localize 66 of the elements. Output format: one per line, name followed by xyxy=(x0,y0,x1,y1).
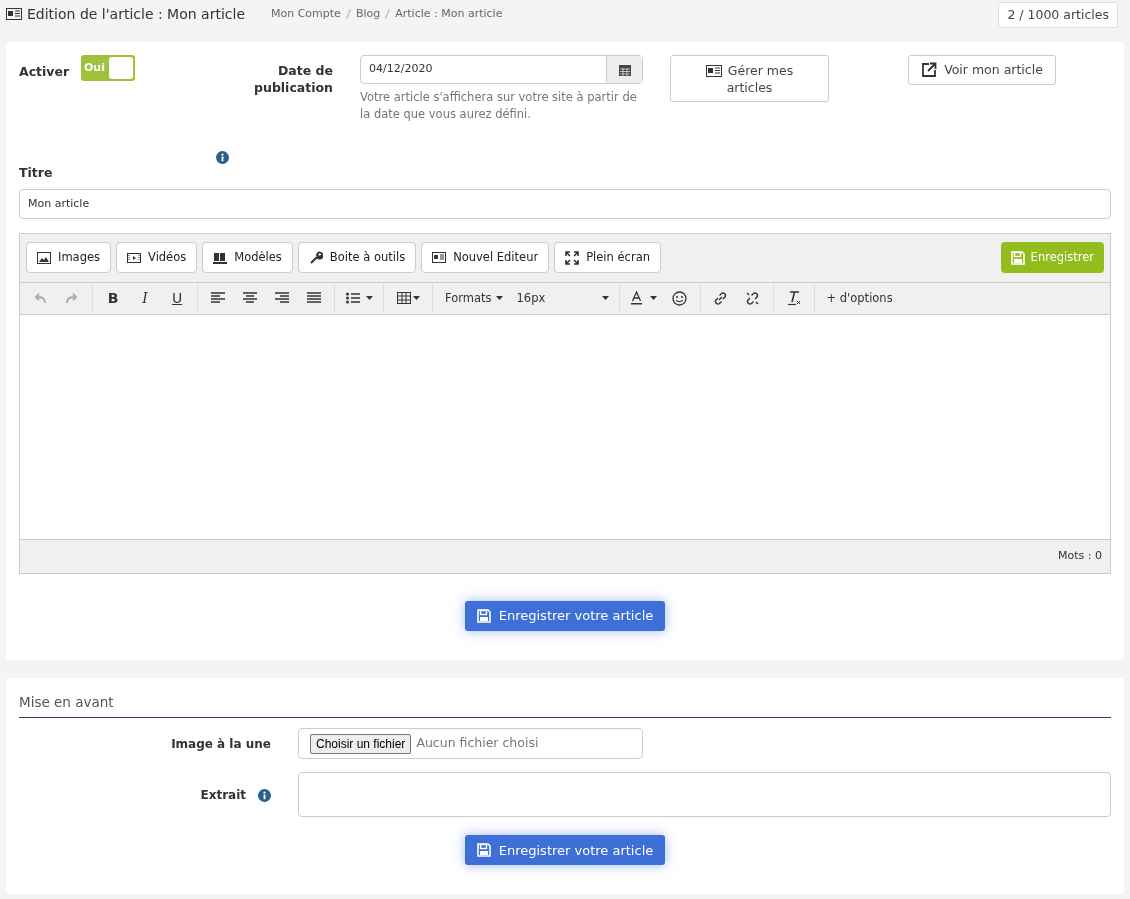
image-icon xyxy=(37,251,51,264)
film-icon xyxy=(127,252,141,263)
article-counter: 2 / 1000 articles xyxy=(998,1,1118,29)
align-center-icon[interactable] xyxy=(243,292,257,305)
link-icon[interactable] xyxy=(713,290,729,306)
save-icon xyxy=(1010,250,1025,265)
calendar-icon xyxy=(618,63,631,76)
bullet-list-icon[interactable] xyxy=(345,292,360,305)
table-icon[interactable] xyxy=(396,292,411,305)
breadcrumb-link[interactable]: Article : Mon article xyxy=(395,5,503,23)
image-label: Image à la une xyxy=(170,735,271,753)
formats-dropdown[interactable]: Formats xyxy=(437,289,511,307)
emoji-icon[interactable] xyxy=(672,290,688,306)
date-label: Date de publication xyxy=(253,62,333,96)
align-justify-icon[interactable] xyxy=(307,292,321,305)
newspaper-icon xyxy=(6,8,22,20)
excerpt-label: Extrait xyxy=(200,787,246,805)
breadcrumb-link[interactable]: Mon Compte xyxy=(271,5,341,23)
caret-icon xyxy=(365,296,373,301)
save-icon xyxy=(476,843,491,858)
activate-label: Activer xyxy=(19,63,71,81)
save-icon xyxy=(476,608,491,623)
align-right-icon[interactable] xyxy=(275,292,289,305)
caret-icon xyxy=(649,296,657,301)
date-field[interactable]: 04/12/2020 xyxy=(360,55,643,84)
view-article-button[interactable]: Voir mon article xyxy=(908,55,1056,85)
newspaper-icon xyxy=(432,252,447,264)
save-article-button[interactable]: Enregistrer votre article xyxy=(464,835,666,866)
bold-button[interactable]: B xyxy=(97,287,129,309)
section-heading: Mise en avant xyxy=(19,692,1111,719)
breadcrumb-separator-icon xyxy=(345,9,351,19)
text-color-icon[interactable] xyxy=(630,291,642,306)
align-left-icon[interactable] xyxy=(211,292,225,305)
title-field[interactable]: Mon article xyxy=(19,188,1111,219)
caret-icon xyxy=(601,296,609,301)
info-icon xyxy=(216,150,229,164)
word-count: Mots : 0 xyxy=(1058,548,1102,564)
editor-toolbar-button[interactable]: Images xyxy=(26,242,111,274)
file-input[interactable]: Choisir un fichier Aucun fichier choisi xyxy=(298,728,643,760)
more-options-button[interactable]: + d'options xyxy=(818,289,901,307)
newspaper-icon xyxy=(705,65,722,77)
editor-toolbar-button[interactable]: Boite à outils xyxy=(297,242,417,274)
title-label: Titre xyxy=(19,164,54,182)
wrench-icon xyxy=(308,250,323,265)
editor-toolbar-button[interactable]: Modèles xyxy=(202,242,293,274)
fullscreen-icon xyxy=(565,250,580,265)
caret-icon xyxy=(412,296,420,301)
breadcrumb-separator-icon xyxy=(385,9,391,19)
editor-toolbar-button[interactable]: Nouvel Editeur xyxy=(421,242,550,274)
breadcrumb-link[interactable]: Blog xyxy=(355,5,381,23)
excerpt-field[interactable] xyxy=(298,772,1111,818)
layout-icon xyxy=(213,251,228,264)
external-link-icon xyxy=(921,62,938,78)
caret-icon xyxy=(495,296,503,301)
clear-formatting-icon[interactable] xyxy=(786,290,801,306)
date-help-text: Votre article s'affichera sur votre site à partir de la date que vous aurez défini. xyxy=(360,89,638,123)
editor-toolbar-button[interactable]: Vidéos xyxy=(116,242,198,274)
manage-articles-button[interactable]: Gérer mes articles xyxy=(670,55,829,102)
save-article-button[interactable]: Enregistrer votre article xyxy=(464,600,666,631)
italic-button[interactable]: I xyxy=(129,287,161,309)
editor-toolbar-button[interactable]: Plein écran xyxy=(554,242,661,274)
info-icon xyxy=(258,788,271,802)
page-title: Edition de l'article : Mon article xyxy=(27,4,245,24)
font-size-dropdown[interactable]: 16px xyxy=(510,289,615,307)
unlink-icon[interactable] xyxy=(745,290,761,306)
underline-button[interactable]: U xyxy=(161,287,193,309)
